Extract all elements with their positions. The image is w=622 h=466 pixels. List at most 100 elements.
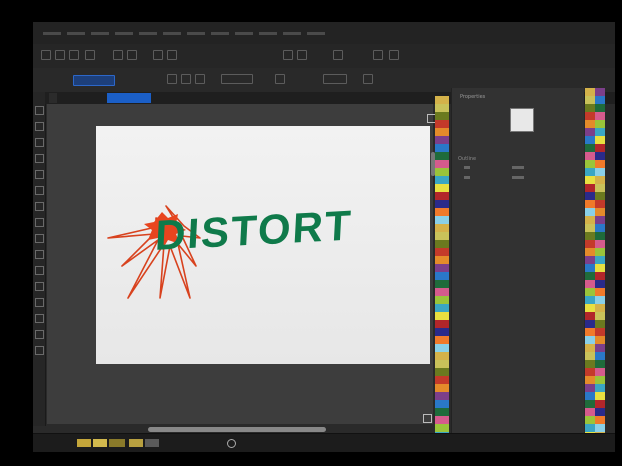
palette-swatch[interactable]: [595, 144, 605, 152]
distort-push-pull-icon[interactable]: [167, 74, 177, 84]
outline-indicator[interactable]: [109, 439, 125, 447]
eyedropper-tool-icon[interactable]: [35, 330, 44, 339]
outline-indicator-2[interactable]: [129, 439, 143, 447]
palette-swatch[interactable]: [435, 192, 449, 200]
palette-swatch[interactable]: [595, 296, 605, 304]
palette-swatch[interactable]: [595, 192, 605, 200]
palette-swatch[interactable]: [585, 120, 595, 128]
menu-text[interactable]: [211, 32, 229, 35]
frequency-field[interactable]: [323, 74, 347, 84]
parallel-dimension-icon[interactable]: [35, 266, 44, 275]
palette-swatch[interactable]: [585, 152, 595, 160]
clear-distortion-icon[interactable]: [275, 74, 285, 84]
menu-effects[interactable]: [163, 32, 181, 35]
menu-edit[interactable]: [67, 32, 85, 35]
palette-swatch[interactable]: [435, 224, 449, 232]
palette-swatch[interactable]: [585, 248, 595, 256]
menu-help[interactable]: [307, 32, 325, 35]
palette-swatch[interactable]: [595, 248, 605, 256]
palette-swatch[interactable]: [585, 144, 595, 152]
palette-swatch[interactable]: [595, 320, 605, 328]
palette-swatch[interactable]: [435, 384, 449, 392]
import-icon[interactable]: [153, 50, 163, 60]
palette-swatch[interactable]: [595, 416, 605, 424]
palette-swatch[interactable]: [435, 200, 449, 208]
rectangle-tool-icon[interactable]: [35, 202, 44, 211]
outline-style-field[interactable]: [464, 176, 470, 179]
palette-swatch[interactable]: [435, 216, 449, 224]
palette-swatch[interactable]: [595, 272, 605, 280]
transparency-tool-icon[interactable]: [35, 314, 44, 323]
copy-properties-icon[interactable]: [363, 74, 373, 84]
polygon-tool-icon[interactable]: [35, 234, 44, 243]
palette-swatch[interactable]: [595, 176, 605, 184]
zoom-tool-icon[interactable]: [35, 154, 44, 163]
crop-tool-icon[interactable]: [35, 138, 44, 147]
palette-swatch[interactable]: [435, 168, 449, 176]
palette-swatch[interactable]: [595, 312, 605, 320]
horizontal-scrollbar[interactable]: [148, 427, 326, 432]
tab-document[interactable]: [107, 93, 151, 103]
palette-swatch[interactable]: [435, 96, 449, 104]
palette-swatch[interactable]: [585, 280, 595, 288]
palette-swatch[interactable]: [595, 344, 605, 352]
palette-swatch[interactable]: [585, 344, 595, 352]
palette-swatch[interactable]: [435, 424, 449, 432]
palette-swatch[interactable]: [435, 296, 449, 304]
palette-swatch[interactable]: [435, 352, 449, 360]
palette-swatch[interactable]: [595, 120, 605, 128]
text-tool-icon[interactable]: [35, 250, 44, 259]
palette-swatch[interactable]: [585, 104, 595, 112]
outline-width-field[interactable]: [464, 166, 470, 169]
pick-tool-icon[interactable]: [35, 106, 44, 115]
palette-swatch[interactable]: [595, 160, 605, 168]
artistic-media-icon[interactable]: [35, 186, 44, 195]
save-icon[interactable]: [69, 50, 79, 60]
palette-swatch[interactable]: [585, 376, 595, 384]
color-proof-icon[interactable]: [227, 439, 236, 448]
palette-swatch[interactable]: [595, 112, 605, 120]
welcome-tab[interactable]: [49, 93, 57, 103]
palette-swatch[interactable]: [585, 392, 595, 400]
palette-swatch[interactable]: [585, 192, 595, 200]
outline-value[interactable]: [512, 166, 524, 169]
palette-swatch[interactable]: [435, 136, 449, 144]
palette-swatch[interactable]: [585, 408, 595, 416]
document-page[interactable]: DISTORT: [96, 126, 430, 364]
palette-swatch[interactable]: [585, 224, 595, 232]
palette-swatch[interactable]: [435, 376, 449, 384]
launch-icon[interactable]: [373, 50, 383, 60]
menu-bitmaps[interactable]: [187, 32, 205, 35]
settings-icon[interactable]: [389, 50, 399, 60]
palette-swatch[interactable]: [595, 208, 605, 216]
palette-swatch[interactable]: [585, 176, 595, 184]
palette-swatch[interactable]: [595, 384, 605, 392]
palette-swatch[interactable]: [585, 384, 595, 392]
snap-icon[interactable]: [283, 50, 293, 60]
palette-swatch[interactable]: [585, 360, 595, 368]
palette-swatch[interactable]: [435, 344, 449, 352]
palette-swatch[interactable]: [585, 320, 595, 328]
menu-file[interactable]: [43, 32, 61, 35]
palette-swatch[interactable]: [435, 320, 449, 328]
palette-swatch[interactable]: [585, 208, 595, 216]
distort-zipper-icon[interactable]: [181, 74, 191, 84]
palette-swatch[interactable]: [435, 104, 449, 112]
palette-swatch[interactable]: [435, 288, 449, 296]
undo-icon[interactable]: [113, 50, 123, 60]
menu-view[interactable]: [91, 32, 109, 35]
fill-indicator[interactable]: [77, 439, 91, 447]
palette-swatch[interactable]: [595, 88, 605, 96]
menu-layout[interactable]: [115, 32, 133, 35]
palette-swatch[interactable]: [585, 216, 595, 224]
distort-tool-icon[interactable]: [35, 298, 44, 307]
palette-swatch[interactable]: [435, 256, 449, 264]
palette-swatch[interactable]: [585, 160, 595, 168]
shape-tool-icon[interactable]: [35, 122, 44, 131]
palette-swatch[interactable]: [435, 120, 449, 128]
palette-swatch[interactable]: [585, 112, 595, 120]
palette-swatch[interactable]: [595, 352, 605, 360]
palette-swatch[interactable]: [435, 360, 449, 368]
palette-swatch[interactable]: [585, 256, 595, 264]
artwork[interactable]: DISTORT: [96, 126, 430, 364]
